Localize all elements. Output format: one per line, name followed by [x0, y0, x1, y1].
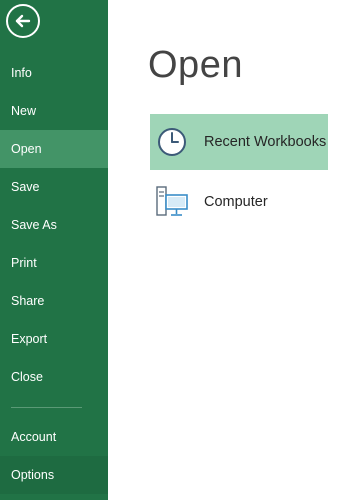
nav-item-label: Save As	[11, 218, 57, 232]
page-title: Open	[148, 44, 243, 86]
nav-item-account[interactable]: Account	[0, 418, 108, 456]
backstage-sidebar: Info New Open Save Save As Print Share E…	[0, 0, 108, 500]
nav-item-open[interactable]: Open	[0, 130, 108, 168]
back-arrow-icon	[15, 14, 31, 28]
nav-item-label: New	[11, 104, 37, 118]
nav-item-save[interactable]: Save	[0, 168, 108, 206]
nav-item-label: Open	[11, 142, 42, 156]
computer-icon	[156, 186, 188, 216]
location-label: Computer	[204, 194, 268, 210]
nav-item-label: Share	[11, 294, 45, 308]
nav-item-close[interactable]: Close	[0, 358, 108, 396]
nav-item-info[interactable]: Info	[0, 54, 108, 92]
nav-item-label: Account	[11, 430, 57, 444]
nav-item-label: Save	[11, 180, 40, 194]
main-panel: Open Recent Workbooks Computer	[108, 0, 340, 500]
location-recent-workbooks[interactable]: Recent Workbooks	[150, 114, 328, 170]
nav-item-export[interactable]: Export	[0, 320, 108, 358]
clock-icon	[158, 128, 186, 156]
nav-item-save-as[interactable]: Save As	[0, 206, 108, 244]
nav-item-print[interactable]: Print	[0, 244, 108, 282]
nav-item-label: Info	[11, 66, 32, 80]
nav-item-share[interactable]: Share	[0, 282, 108, 320]
back-button[interactable]	[6, 4, 40, 38]
nav-item-label: Close	[11, 370, 43, 384]
nav-item-label: Options	[11, 468, 55, 482]
location-computer[interactable]: Computer	[150, 174, 328, 230]
nav-divider	[11, 407, 82, 408]
location-label: Recent Workbooks	[204, 134, 327, 150]
nav-item-label: Export	[11, 332, 48, 346]
nav-item-new[interactable]: New	[0, 92, 108, 130]
nav-item-label: Print	[11, 256, 37, 270]
nav-item-options[interactable]: Options	[0, 456, 108, 494]
